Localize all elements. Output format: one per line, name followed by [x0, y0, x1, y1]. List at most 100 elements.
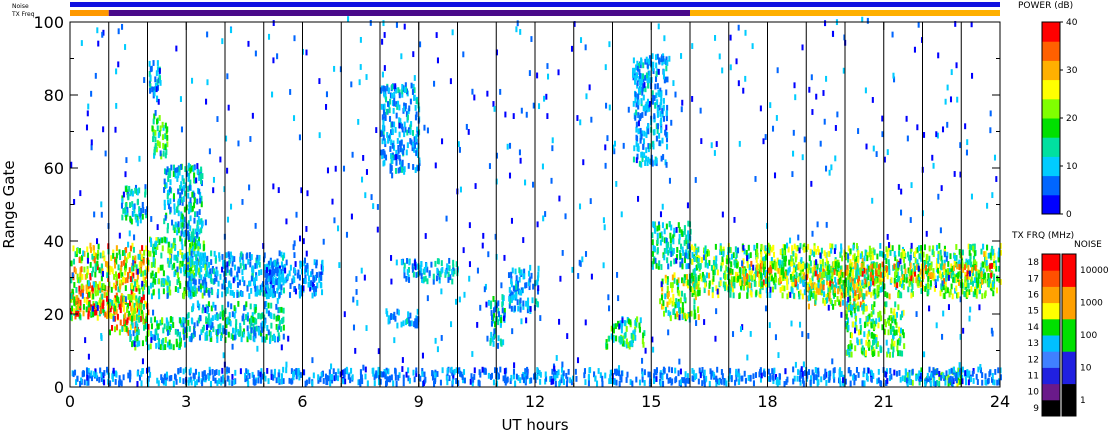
echo-cell [257, 377, 260, 384]
echo-cell [179, 235, 182, 242]
echo-cell [99, 252, 102, 259]
echo-cell [730, 276, 733, 283]
echo-cell [879, 250, 882, 257]
echo-cell [136, 341, 139, 348]
echo-cell [681, 302, 684, 308]
echo-cell [515, 283, 518, 290]
echo-cell [209, 268, 212, 275]
echo-cell [859, 253, 862, 260]
echo-cell [201, 326, 204, 333]
echo-cell [986, 244, 989, 251]
echo-cell [130, 315, 134, 322]
echo-cell [196, 198, 199, 205]
echo-cell [703, 275, 706, 282]
echo-cell [606, 343, 609, 350]
echo-cell [408, 105, 411, 112]
echo-cell [104, 311, 107, 318]
echo-cell [190, 282, 193, 289]
echo-cell [373, 380, 376, 387]
echo-cell [660, 264, 663, 270]
echo-cell [746, 293, 749, 299]
echo-cell [265, 267, 269, 273]
echo-cell [169, 186, 172, 193]
echo-cell [487, 372, 490, 379]
echo-cell [639, 85, 642, 92]
echo-cell [665, 65, 668, 72]
echo-cell [866, 255, 869, 262]
echo-cell [685, 313, 689, 320]
echo-cell [88, 301, 91, 308]
echo-cell [681, 246, 684, 253]
echo-cell [102, 303, 105, 309]
echo-cell [836, 296, 839, 302]
echo-cell [900, 252, 903, 258]
echo-cell [656, 225, 659, 232]
echo-cell [813, 264, 816, 271]
echo-cell [203, 284, 206, 291]
echo-cell [849, 370, 852, 376]
echo-cell [142, 207, 145, 213]
echo-cell [633, 67, 636, 74]
echo-cell [198, 278, 201, 285]
echo-cell [161, 245, 164, 252]
echo-cell [647, 58, 650, 65]
echo-cell [666, 285, 669, 292]
echo-cell [887, 320, 891, 326]
echo-cell [821, 272, 824, 278]
noise-bar-label: Noise [12, 3, 29, 10]
echo-cell [239, 330, 242, 337]
echo-cell [927, 276, 930, 282]
echo-cell [791, 287, 794, 294]
echo-cell [774, 283, 777, 290]
echo-cell [980, 271, 983, 278]
echo-cell [192, 232, 195, 239]
echo-cell [901, 375, 904, 382]
echo-cell [315, 262, 318, 269]
echo-cell [729, 367, 732, 374]
echo-cell [662, 69, 665, 76]
echo-cell [163, 178, 166, 185]
echo-cell [687, 230, 690, 237]
echo-cell [769, 292, 772, 298]
echo-cell [138, 288, 141, 295]
echo-cell [165, 169, 168, 176]
echo-cell [96, 314, 99, 321]
echo-cell [225, 329, 228, 336]
echo-cell [191, 259, 194, 266]
echo-cell [96, 260, 99, 267]
echo-cell [808, 290, 811, 297]
echo-cell [259, 377, 262, 384]
echo-cell [510, 305, 513, 312]
echo-cell [797, 276, 800, 283]
echo-cell [861, 279, 864, 286]
echo-cell [850, 332, 853, 339]
echo-cell [666, 279, 669, 286]
echo-cell [157, 323, 160, 330]
echo-cell [851, 261, 854, 268]
echo-cell [957, 371, 960, 378]
echo-cell [811, 369, 814, 376]
echo-cell [166, 135, 169, 141]
echo-cell [415, 367, 418, 374]
echo-cell [282, 333, 285, 340]
echo-cell [398, 154, 401, 161]
echo-cell [397, 147, 400, 154]
echo-cell [647, 123, 650, 130]
echo-cell [733, 259, 736, 266]
echo-cell [927, 260, 930, 267]
echo-cell [634, 91, 637, 98]
echo-cell [217, 288, 220, 295]
echo-cell [216, 313, 219, 320]
echo-cell [898, 280, 902, 287]
echo-cell [409, 128, 412, 135]
echo-cell [136, 282, 139, 289]
echo-cell [162, 142, 165, 149]
echo-cell [742, 284, 746, 291]
echo-cell [681, 263, 684, 270]
echo-cell [833, 287, 836, 294]
echo-cell [248, 293, 251, 299]
echo-cell [756, 242, 759, 249]
echo-cell [778, 276, 782, 283]
echo-cell [935, 244, 938, 251]
echo-cell [170, 375, 173, 381]
